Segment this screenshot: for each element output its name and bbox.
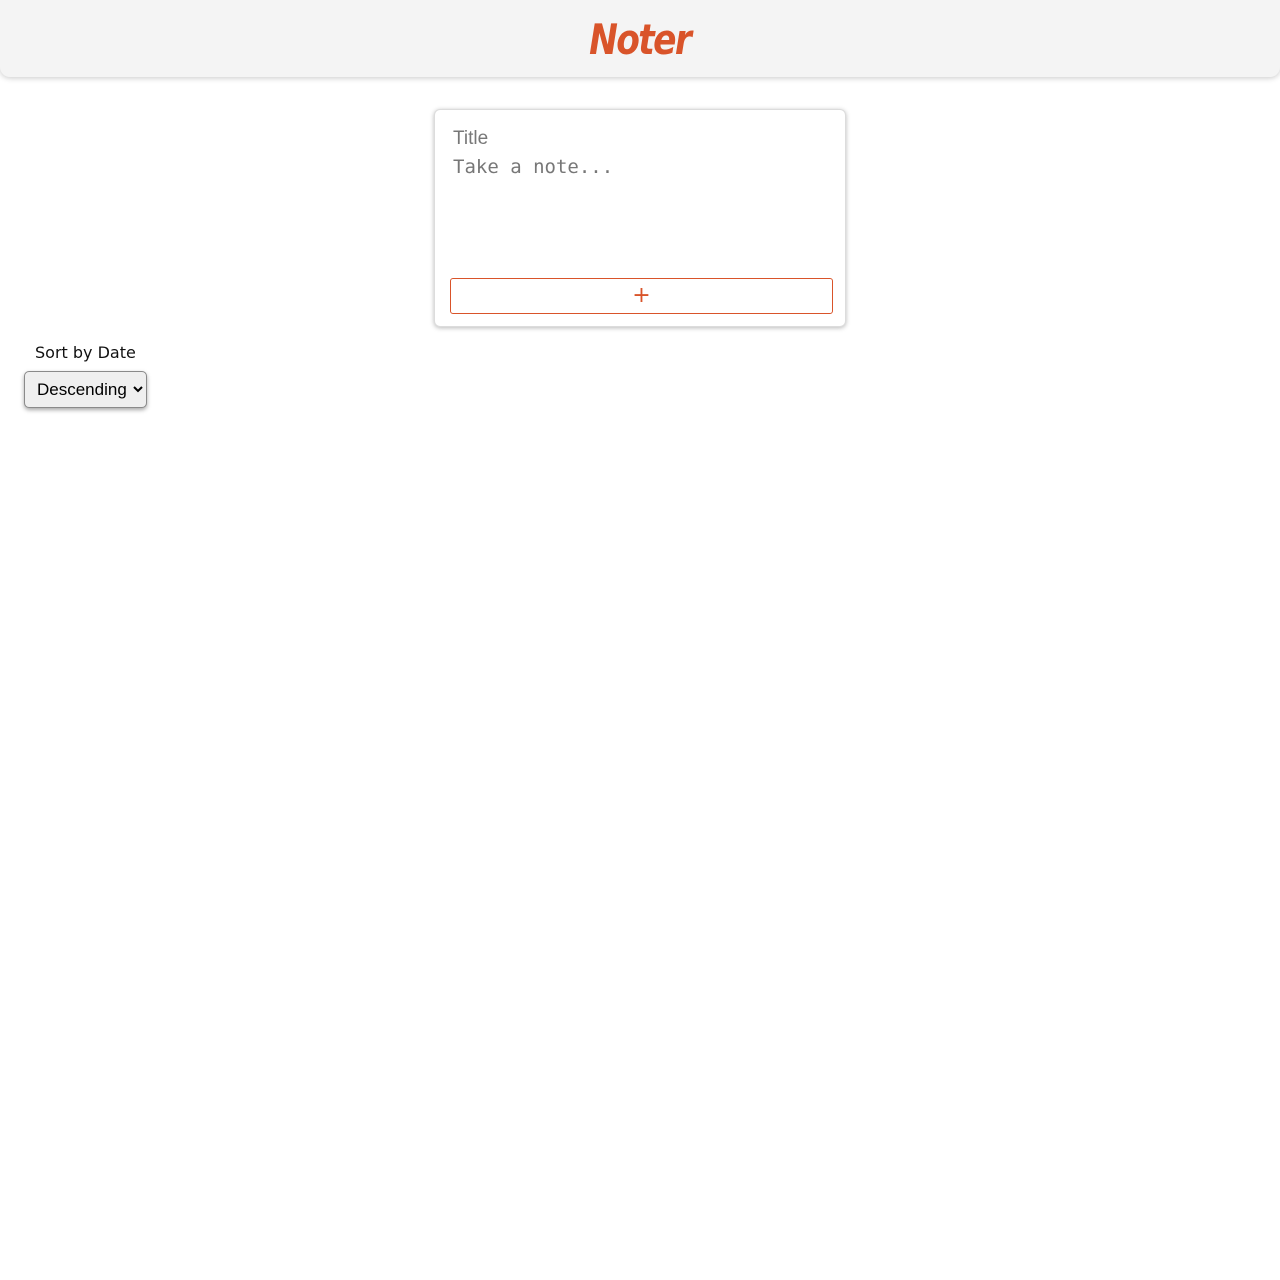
sort-order-select[interactable]: Descending	[24, 371, 147, 408]
note-body-textarea[interactable]	[447, 156, 831, 266]
note-create-form: +	[434, 109, 846, 327]
add-note-button[interactable]: +	[450, 278, 833, 314]
app-header: Noter	[0, 0, 1280, 77]
sort-label: Sort by Date	[35, 343, 136, 362]
note-title-input[interactable]	[447, 124, 827, 154]
app-logo: Noter	[589, 14, 692, 64]
